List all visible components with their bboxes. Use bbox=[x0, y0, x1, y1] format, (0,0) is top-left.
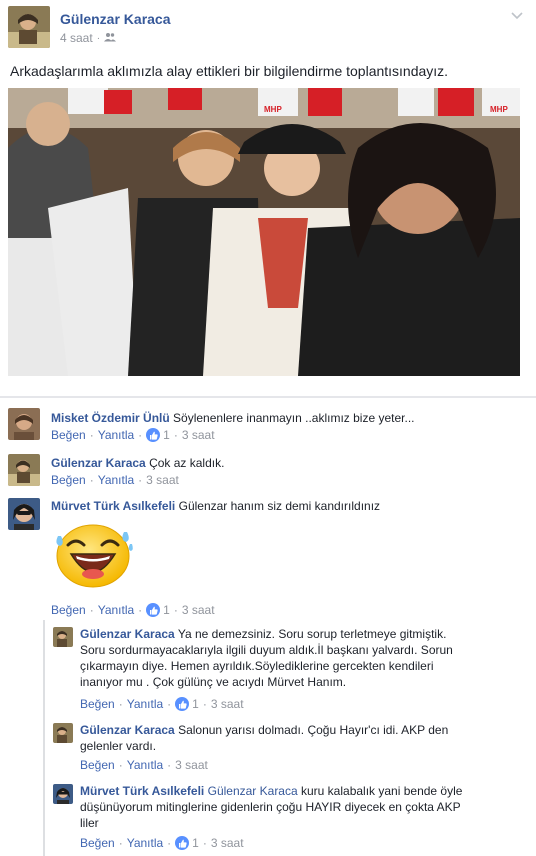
reply-author[interactable]: Gülenzar Karaca bbox=[80, 627, 175, 641]
reply-text-line: inanıyor mu . Çok gülünç ve acıydı Mürve… bbox=[80, 675, 347, 689]
commenter-avatar[interactable] bbox=[8, 408, 40, 440]
reply-body: Gülenzar Karaca Ya ne demezsiniz. Soru s… bbox=[80, 626, 528, 690]
reply-mention-tag[interactable]: Gülenzar Karaca bbox=[208, 784, 298, 798]
like-count[interactable]: 1 bbox=[192, 697, 199, 711]
like-thumb-icon bbox=[146, 428, 161, 442]
reply-text-line: Soru sordurmayacaklarıyla ilgili duyum a… bbox=[80, 643, 453, 657]
like-thumb-icon bbox=[175, 836, 190, 850]
post-time[interactable]: 4 saat bbox=[60, 31, 93, 45]
comment-time[interactable]: 3 saat bbox=[182, 603, 215, 617]
post-meta: 4 saat · bbox=[60, 31, 117, 45]
reply-actions: Beğen · Yanıtla · 1 · 3 saat bbox=[80, 836, 244, 850]
like-button[interactable]: Beğen bbox=[51, 473, 86, 487]
reply-body: Mürvet Türk Asılkefeli Gülenzar Karaca k… bbox=[80, 783, 528, 831]
like-button[interactable]: Beğen bbox=[51, 428, 86, 442]
like-count[interactable]: 1 bbox=[163, 428, 170, 442]
reply-button[interactable]: Yanıtla bbox=[98, 603, 134, 617]
comment-actions: Beğen · Yanıtla · 3 saat bbox=[51, 473, 179, 487]
reply-author[interactable]: Mürvet Türk Asılkefeli bbox=[80, 784, 204, 798]
reply-text-line: Salonun yarısı dolmadı. Çoğu Hayır'cı id… bbox=[178, 723, 449, 737]
post-author-avatar[interactable] bbox=[8, 6, 50, 48]
comment-text: Söylenenlere inanmayın ..aklımız bize ye… bbox=[173, 411, 415, 425]
comment-author[interactable]: Misket Özdemir Ünlü bbox=[51, 411, 170, 425]
reply-actions: Beğen · Yanıtla · 3 saat bbox=[80, 758, 208, 772]
reply-body: Gülenzar Karaca Salonun yarısı dolmadı. … bbox=[80, 722, 528, 754]
banner-text-2: MHP bbox=[490, 105, 508, 114]
reply-avatar[interactable] bbox=[53, 723, 73, 743]
meta-separator: · bbox=[96, 32, 101, 44]
reply-author[interactable]: Gülenzar Karaca bbox=[80, 723, 175, 737]
comment-author[interactable]: Gülenzar Karaca bbox=[51, 456, 146, 470]
comment-actions: Beğen · Yanıtla · 1 · 3 saat bbox=[51, 603, 215, 617]
comment-body: Misket Özdemir Ünlü Söylenenlere inanmay… bbox=[51, 410, 527, 426]
reply-text-line: liler bbox=[80, 816, 99, 830]
comment-time[interactable]: 3 saat bbox=[182, 428, 215, 442]
reply-actions: Beğen · Yanıtla · 1 · 3 saat bbox=[80, 697, 244, 711]
reply-thread-line bbox=[43, 620, 45, 856]
banner-text-1: MHP bbox=[264, 105, 282, 114]
comment-body: Mürvet Türk Asılkefeli Gülenzar hanım si… bbox=[51, 498, 527, 514]
reply-text-line: çıkarmayın diye. Hemen ayrıldık.Söyledik… bbox=[80, 659, 434, 673]
laughing-emoji-sticker[interactable] bbox=[52, 518, 134, 590]
comment-text: Gülenzar hanım siz demi kandırıldınız bbox=[178, 499, 381, 513]
reply-button[interactable]: Yanıtla bbox=[127, 758, 163, 772]
commenter-avatar[interactable] bbox=[8, 454, 40, 486]
reply-button[interactable]: Yanıtla bbox=[98, 473, 134, 487]
comment-body: Gülenzar Karaca Çok az kaldık. bbox=[51, 455, 527, 471]
post-photo[interactable]: MHP MHP bbox=[8, 88, 520, 376]
post-author-name[interactable]: Gülenzar Karaca bbox=[60, 11, 171, 27]
comments-divider bbox=[0, 396, 536, 398]
post-text: Arkadaşlarımla aklımızla alay ettikleri … bbox=[10, 63, 449, 79]
comment-author[interactable]: Mürvet Türk Asılkefeli bbox=[51, 499, 175, 513]
like-count[interactable]: 1 bbox=[192, 836, 199, 850]
reply-text-line: Ya ne demezsiniz. Soru sorup terletmeye … bbox=[177, 627, 447, 641]
reply-time[interactable]: 3 saat bbox=[211, 697, 244, 711]
reply-avatar[interactable] bbox=[53, 627, 73, 647]
like-thumb-icon bbox=[175, 697, 190, 711]
reply-text-line: kuru kalabalık yani bende öyle bbox=[301, 784, 463, 798]
reply-text-line: düşünüyorum mitinglerine gidenlerin çoğu… bbox=[80, 800, 461, 814]
commenter-avatar[interactable] bbox=[8, 498, 40, 530]
like-button[interactable]: Beğen bbox=[80, 836, 115, 850]
like-button[interactable]: Beğen bbox=[51, 603, 86, 617]
reply-time[interactable]: 3 saat bbox=[211, 836, 244, 850]
like-count[interactable]: 1 bbox=[163, 603, 170, 617]
comment-time[interactable]: 3 saat bbox=[146, 473, 179, 487]
reply-button[interactable]: Yanıtla bbox=[98, 428, 134, 442]
comment-text: Çok az kaldık. bbox=[149, 456, 225, 470]
reply-time[interactable]: 3 saat bbox=[175, 758, 208, 772]
chevron-down-icon[interactable] bbox=[510, 8, 524, 22]
friends-icon[interactable] bbox=[104, 31, 117, 45]
like-thumb-icon bbox=[146, 603, 161, 617]
like-button[interactable]: Beğen bbox=[80, 697, 115, 711]
like-button[interactable]: Beğen bbox=[80, 758, 115, 772]
reply-avatar[interactable] bbox=[53, 784, 73, 804]
reply-text-line: gelenler vardı. bbox=[80, 739, 157, 753]
comment-actions: Beğen · Yanıtla · 1 · 3 saat bbox=[51, 428, 215, 442]
post-header: Gülenzar Karaca 4 saat · bbox=[8, 6, 528, 50]
reply-button[interactable]: Yanıtla bbox=[127, 836, 163, 850]
reply-button[interactable]: Yanıtla bbox=[127, 697, 163, 711]
